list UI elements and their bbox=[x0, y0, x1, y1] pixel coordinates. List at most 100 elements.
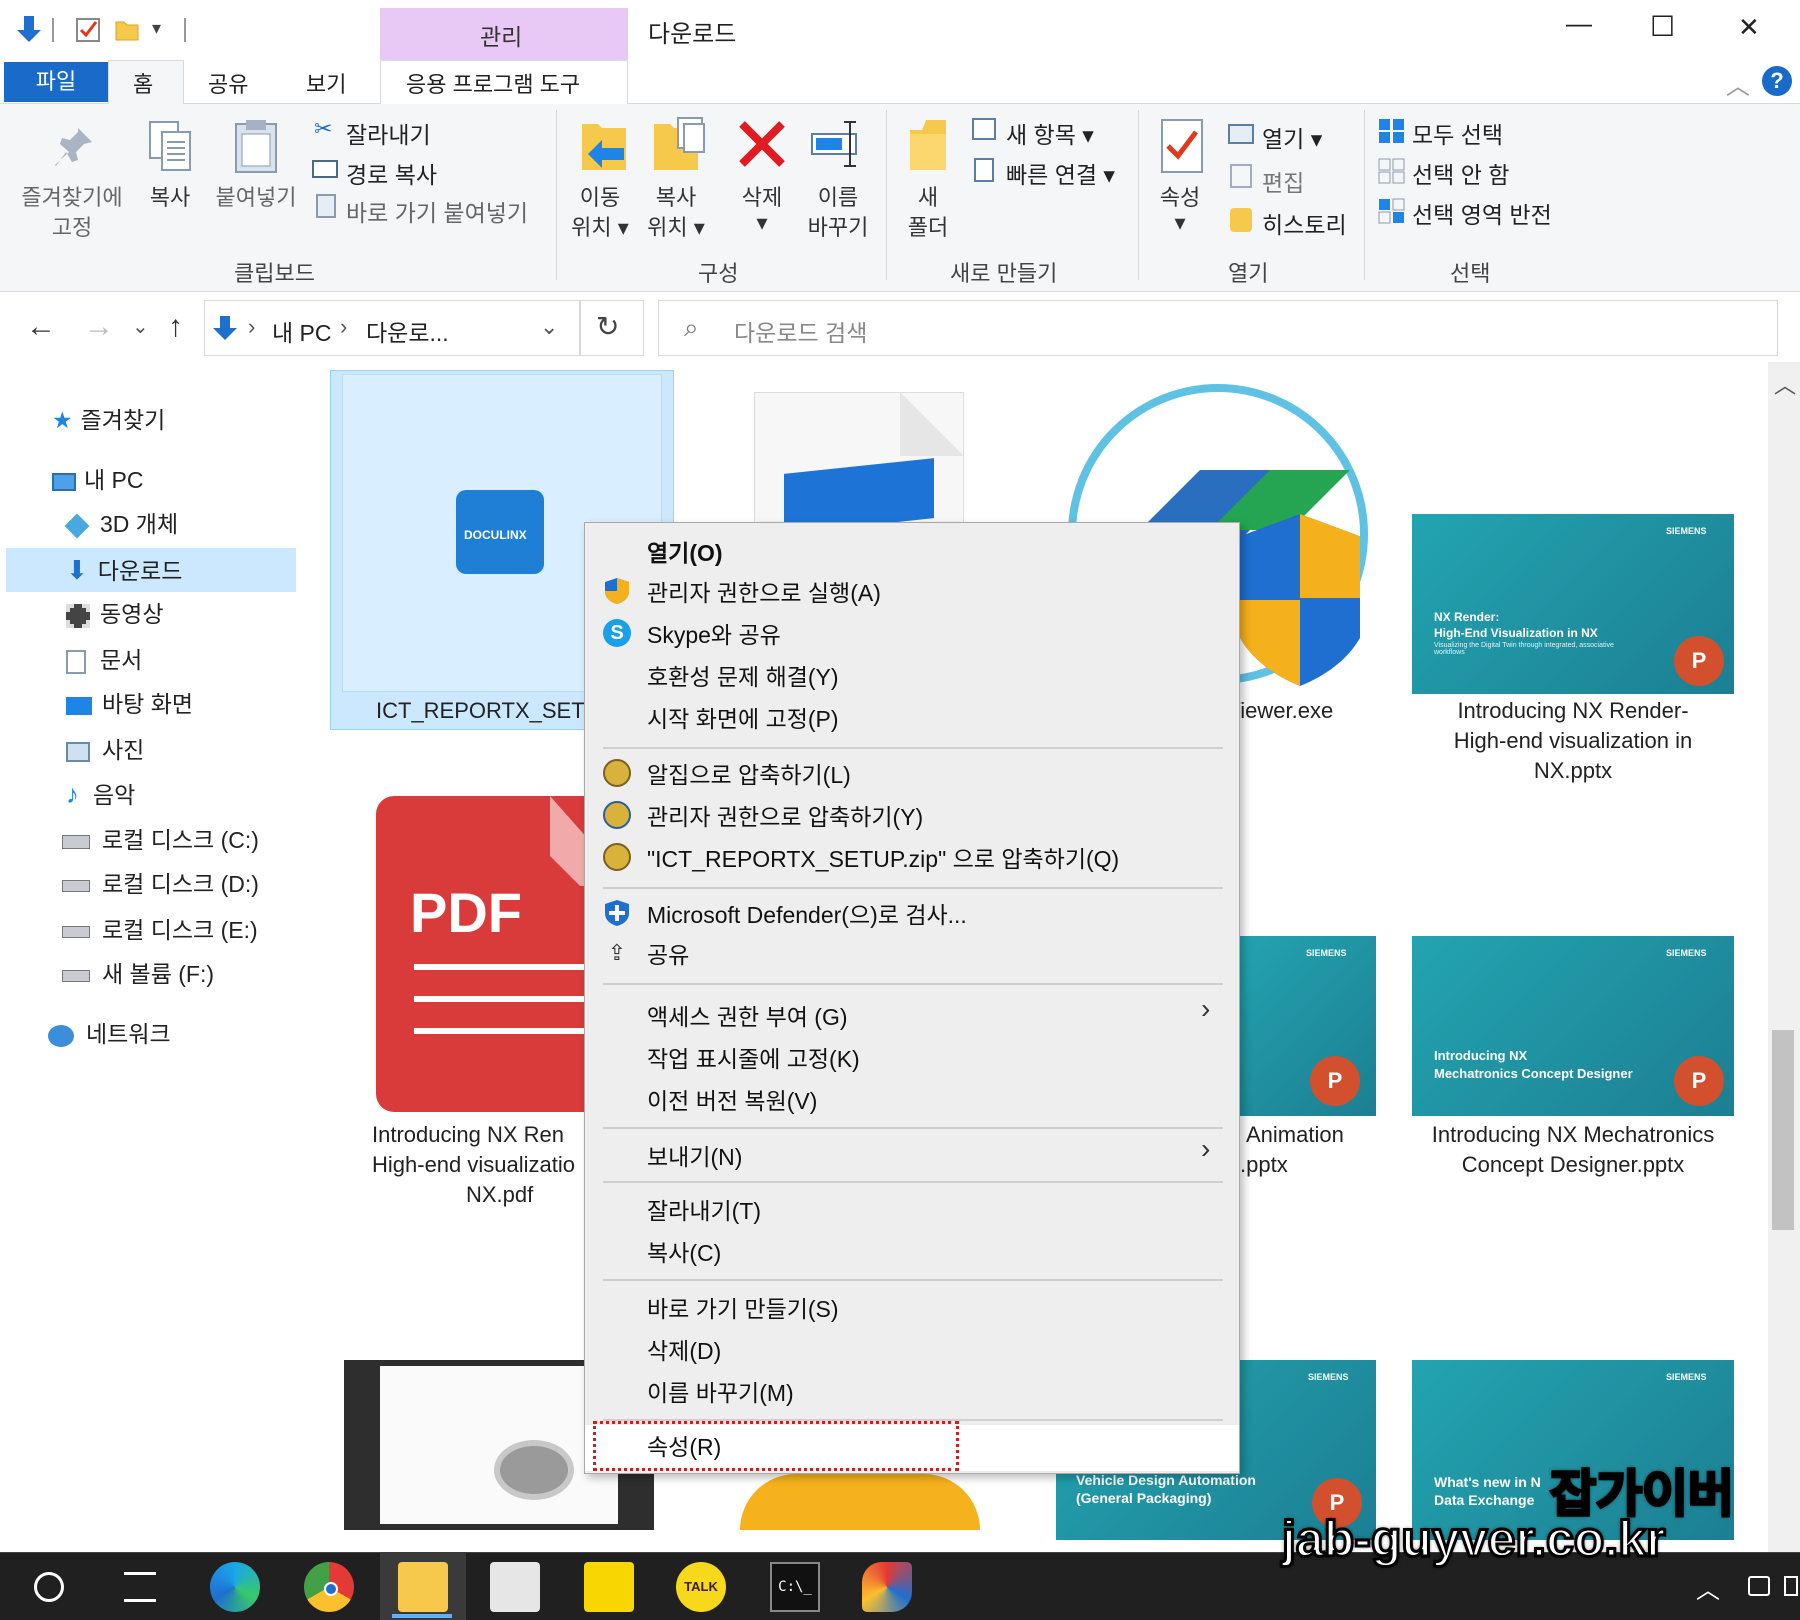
move-to-line2[interactable]: 위치 ▾ bbox=[564, 210, 636, 242]
qat-download-icon[interactable] bbox=[16, 14, 42, 44]
collapse-ribbon-icon[interactable]: ︿ bbox=[1726, 66, 1750, 101]
file-thumbnail-pptx[interactable]: SIEMENS NX Render: High-End Visualizatio… bbox=[1412, 514, 1734, 694]
new-item-button[interactable]: 새 항목 ▾ bbox=[1006, 116, 1094, 150]
nav-item-network[interactable]: 네트워크 bbox=[48, 1014, 171, 1054]
properties-line1[interactable]: 속성 bbox=[1148, 180, 1212, 212]
forward-arrow-icon[interactable]: → bbox=[84, 310, 114, 344]
menu-item-defender-scan[interactable]: Microsoft Defender(으)로 검사... bbox=[647, 895, 967, 935]
app-logo-icon[interactable] bbox=[862, 1562, 912, 1612]
task-view-icon[interactable] bbox=[124, 1572, 156, 1602]
file-thumbnail-pptx[interactable]: SIEMENS Introducing NX Mechatronics Conc… bbox=[1412, 936, 1734, 1116]
nav-item-pictures[interactable]: 사진 bbox=[66, 730, 144, 770]
move-to-line1[interactable]: 이동 bbox=[568, 180, 632, 212]
file-explorer-taskbar-icon[interactable] bbox=[398, 1562, 448, 1612]
menu-item-share[interactable]: 공유 bbox=[647, 935, 689, 975]
minimize-button[interactable]: — bbox=[1566, 8, 1592, 39]
breadcrumb-my-pc[interactable]: 내 PC bbox=[272, 314, 332, 348]
menu-item-run-as-admin[interactable]: 관리자 권한으로 실행(A) bbox=[647, 573, 881, 613]
terminal-icon[interactable]: C:\_ bbox=[770, 1562, 820, 1612]
menu-item-pin-taskbar[interactable]: 작업 표시줄에 고정(K) bbox=[647, 1039, 860, 1079]
menu-item-restore-versions[interactable]: 이전 버전 복원(V) bbox=[647, 1081, 817, 1121]
menu-item-compress-zip[interactable]: "ICT_REPORTX_SETUP.zip" 으로 압축하기(Q) bbox=[647, 839, 1119, 879]
store-icon[interactable] bbox=[490, 1562, 540, 1612]
nav-item-quick-access[interactable]: ★ 즐겨찾기 bbox=[52, 400, 165, 440]
menu-item-send-to[interactable]: 보내기(N) bbox=[647, 1137, 742, 1177]
select-all-button[interactable]: 모두 선택 bbox=[1412, 116, 1503, 150]
nav-item-this-pc[interactable]: 내 PC bbox=[52, 460, 144, 500]
breadcrumb-downloads[interactable]: 다운로... bbox=[366, 314, 449, 348]
tab-file[interactable]: 파일 bbox=[4, 62, 108, 102]
nav-item-3d-objects[interactable]: 3D 개체 bbox=[64, 504, 178, 544]
new-folder-line2[interactable]: 폴더 bbox=[896, 210, 960, 242]
recent-locations-chevron-icon[interactable]: ⌄ bbox=[132, 314, 149, 339]
tab-share[interactable]: 공유 bbox=[208, 67, 248, 99]
select-none-button[interactable]: 선택 안 함 bbox=[1412, 156, 1509, 190]
menu-item-open[interactable]: 열기(O) bbox=[647, 533, 723, 573]
paste-button[interactable]: 붙여넣기 bbox=[210, 180, 302, 212]
menu-item-rename[interactable]: 이름 바꾸기(M) bbox=[647, 1373, 794, 1413]
nav-item-documents[interactable]: 문서 bbox=[66, 640, 142, 680]
copy-to-line1[interactable]: 복사 bbox=[644, 180, 708, 212]
properties-check-icon[interactable] bbox=[76, 16, 102, 44]
rename-line1[interactable]: 이름 bbox=[800, 180, 876, 212]
invert-selection-button[interactable]: 선택 영역 반전 bbox=[1412, 196, 1552, 230]
nav-item-volume-f[interactable]: 새 볼륨 (F:) bbox=[62, 954, 214, 994]
menu-item-share-skype[interactable]: Skype와 공유 bbox=[647, 615, 781, 655]
tab-view[interactable]: 보기 bbox=[306, 67, 346, 99]
menu-item-delete[interactable]: 삭제(D) bbox=[647, 1331, 721, 1371]
pin-to-quick-access-line2[interactable]: 고정 bbox=[16, 210, 128, 242]
history-button[interactable]: 히스토리 bbox=[1262, 206, 1347, 240]
cut-button[interactable]: 잘라내기 bbox=[346, 116, 431, 150]
menu-item-create-shortcut[interactable]: 바로 가기 만들기(S) bbox=[647, 1289, 839, 1329]
mascot-image-partial[interactable] bbox=[740, 1474, 980, 1530]
edge-icon[interactable] bbox=[210, 1562, 260, 1612]
delete-line2[interactable]: ▾ bbox=[730, 210, 794, 236]
paste-shortcut-button[interactable]: 바로 가기 붙여넣기 bbox=[346, 194, 528, 228]
menu-item-pin-start[interactable]: 시작 화면에 고정(P) bbox=[647, 699, 839, 739]
menu-item-alzip-compress[interactable]: 알집으로 압축하기(L) bbox=[647, 755, 851, 795]
menu-item-properties[interactable]: 속성(R) bbox=[647, 1427, 721, 1467]
nav-item-disk-c[interactable]: 로컬 디스크 (C:) bbox=[62, 820, 259, 860]
menu-item-troubleshoot[interactable]: 호환성 문제 해결(Y) bbox=[647, 657, 839, 697]
new-folder-line1[interactable]: 새 bbox=[896, 180, 960, 212]
properties-line2[interactable]: ▾ bbox=[1148, 210, 1212, 236]
address-dropdown-icon[interactable]: ⌄ bbox=[540, 314, 558, 340]
sticky-notes-icon[interactable] bbox=[584, 1562, 634, 1612]
qat-dropdown-icon[interactable]: ▾ bbox=[152, 18, 161, 39]
nav-item-disk-e[interactable]: 로컬 디스크 (E:) bbox=[62, 910, 258, 950]
nav-item-downloads[interactable]: ⬇ 다운로드 bbox=[66, 550, 182, 590]
back-arrow-icon[interactable]: ← bbox=[26, 310, 56, 344]
nav-item-disk-d[interactable]: 로컬 디스크 (D:) bbox=[62, 864, 259, 904]
scroll-up-icon[interactable]: ︿ bbox=[1774, 368, 1796, 400]
menu-item-cut[interactable]: 잘라내기(T) bbox=[647, 1191, 761, 1231]
nav-item-videos[interactable]: 동영상 bbox=[66, 594, 163, 634]
easy-access-button[interactable]: 빠른 연결 ▾ bbox=[1006, 156, 1115, 190]
menu-item-admin-compress[interactable]: 관리자 권한으로 압축하기(Y) bbox=[647, 797, 923, 837]
vertical-scrollbar[interactable] bbox=[1768, 362, 1800, 1552]
new-folder-icon[interactable] bbox=[114, 16, 140, 42]
search-circle-icon[interactable] bbox=[34, 1572, 64, 1602]
nav-item-desktop[interactable]: 바탕 화면 bbox=[66, 684, 193, 724]
delete-line1[interactable]: 삭제 bbox=[730, 180, 794, 212]
tray-network-icon[interactable] bbox=[1784, 1576, 1798, 1596]
help-icon[interactable]: ? bbox=[1762, 66, 1792, 96]
copy-to-line2[interactable]: 위치 ▾ bbox=[640, 210, 712, 242]
slide-title-line2: (General Packaging) bbox=[1076, 1490, 1212, 1506]
scrollbar-thumb[interactable] bbox=[1772, 1030, 1794, 1230]
tray-device-icon[interactable] bbox=[1748, 1576, 1770, 1596]
maximize-button[interactable]: ☐ bbox=[1650, 10, 1675, 43]
menu-item-copy[interactable]: 복사(C) bbox=[647, 1233, 721, 1273]
tray-chevron-icon[interactable]: ︿ bbox=[1696, 1570, 1720, 1605]
nav-item-music[interactable]: ♪ 음악 bbox=[66, 774, 135, 814]
close-button[interactable]: ✕ bbox=[1738, 12, 1760, 43]
up-arrow-icon[interactable]: ↑ bbox=[168, 310, 183, 344]
rename-line2[interactable]: 바꾸기 bbox=[794, 210, 882, 242]
copy-path-button[interactable]: 경로 복사 bbox=[346, 156, 437, 190]
kakaotalk-icon[interactable]: TALK bbox=[676, 1562, 726, 1612]
open-button[interactable]: 열기 ▾ bbox=[1262, 120, 1322, 154]
file-thumbnail-pptx[interactable]: SIEMENS P bbox=[1230, 936, 1376, 1116]
pin-to-quick-access-line1[interactable]: 즐겨찾기에 bbox=[16, 180, 128, 212]
edit-button[interactable]: 편집 bbox=[1262, 164, 1304, 198]
menu-item-give-access[interactable]: 액세스 권한 부여 (G) bbox=[647, 997, 848, 1037]
copy-button[interactable]: 복사 bbox=[140, 180, 200, 212]
